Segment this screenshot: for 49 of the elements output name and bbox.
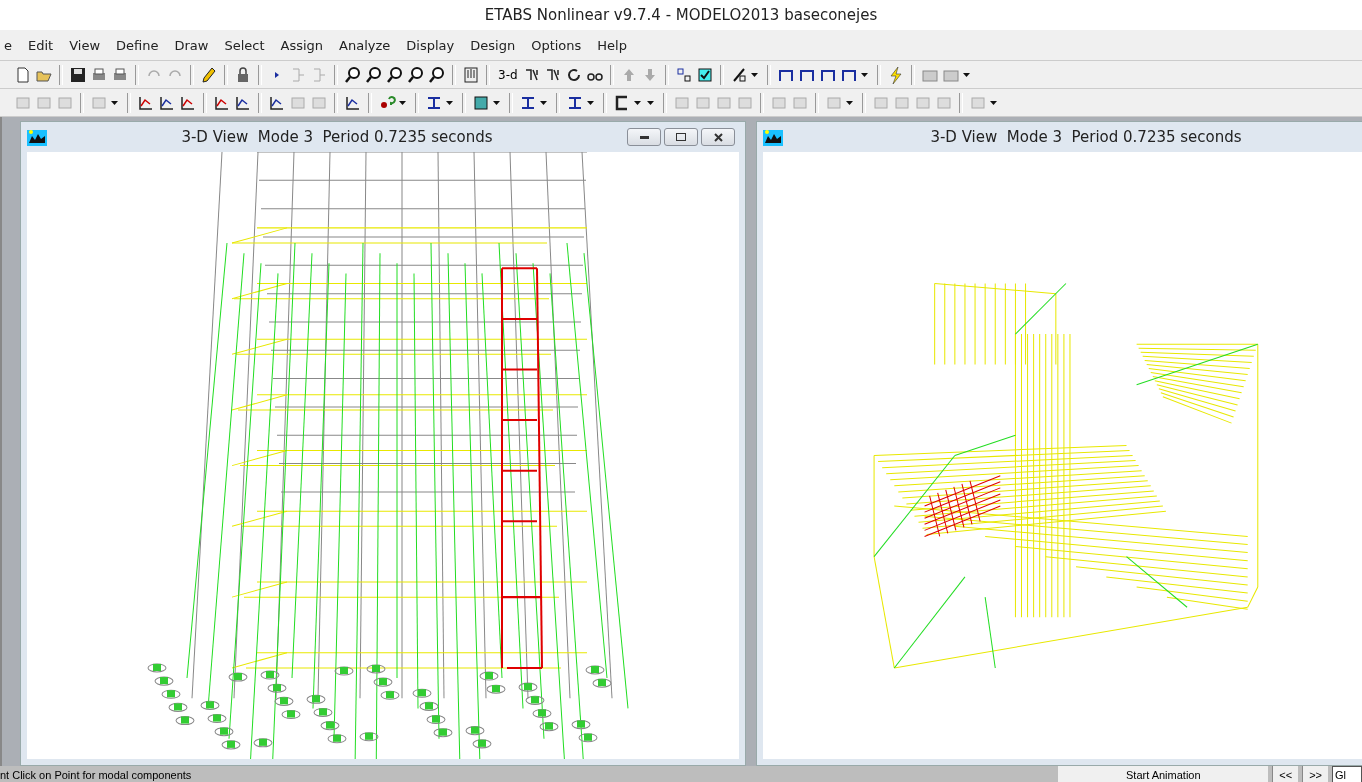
dropdown-caret-icon[interactable] (587, 100, 594, 105)
maximize-button[interactable] (664, 128, 698, 146)
menu-item[interactable]: Assign (272, 37, 332, 53)
dropdown-caret-icon[interactable] (990, 100, 997, 105)
toolbar-icon[interactable] (344, 65, 362, 84)
dropdown-caret-icon[interactable] (446, 100, 453, 105)
menu-item[interactable]: Analyze (331, 37, 399, 53)
next-button[interactable]: >> (1302, 766, 1328, 782)
minimize-icon (639, 135, 649, 139)
toolbar-icon[interactable] (695, 65, 714, 84)
toolbar-icon[interactable] (428, 65, 446, 84)
menu-item[interactable]: View (61, 37, 109, 53)
dropdown-caret-icon[interactable] (493, 100, 500, 105)
toolbar-icon[interactable] (386, 65, 404, 84)
minimize-button[interactable] (627, 128, 661, 146)
menu-item[interactable]: Display (398, 37, 463, 53)
dropdown-caret-icon[interactable] (750, 72, 758, 77)
menu-item[interactable]: e (0, 37, 20, 53)
dropdown-caret-icon[interactable] (962, 72, 970, 77)
app-icon (27, 128, 47, 146)
window-title: 3-D View Mode 3 Period 0.7235 seconds (180, 128, 494, 146)
previous-button[interactable]: << (1272, 766, 1299, 782)
3d-view-button[interactable]: 3-d (496, 67, 520, 82)
menu-item[interactable]: Design (462, 37, 524, 53)
menu-item[interactable]: Edit (20, 37, 62, 53)
app-icon (763, 128, 783, 146)
status-message: nt Click on Point for modal components (0, 769, 193, 781)
toolbar-icon[interactable] (407, 65, 425, 84)
menu-item[interactable]: Draw (166, 37, 217, 53)
dropdown-caret-icon[interactable] (540, 100, 547, 105)
dropdown-caret-icon[interactable] (860, 72, 868, 77)
window-title: ETABS Nonlinear v9.7.4 - MODELO2013 baseconejes (0, 0, 1362, 30)
menu-item[interactable]: Help (589, 37, 635, 53)
menu-item[interactable]: Define (108, 37, 167, 53)
window-title: 3-D View Mode 3 Period 0.7235 seconds (929, 128, 1243, 146)
dropdown-caret-icon[interactable] (111, 100, 118, 105)
menu-item[interactable]: Select (216, 37, 273, 53)
close-button[interactable] (701, 128, 735, 146)
restore-icon (676, 133, 686, 141)
menu-item[interactable]: Options (523, 37, 590, 53)
toolbar-icon[interactable] (200, 65, 218, 84)
dropdown-caret-icon[interactable] (399, 100, 406, 105)
close-icon (713, 132, 723, 142)
units-field[interactable]: Gl (1332, 766, 1362, 782)
start-animation-button[interactable]: Start Animation (1058, 766, 1269, 782)
toolbar-icon[interactable] (365, 65, 383, 84)
dropdown-caret-icon[interactable] (846, 100, 853, 105)
toolbar-icon[interactable] (69, 65, 87, 84)
toolbar-icon[interactable] (472, 93, 490, 112)
